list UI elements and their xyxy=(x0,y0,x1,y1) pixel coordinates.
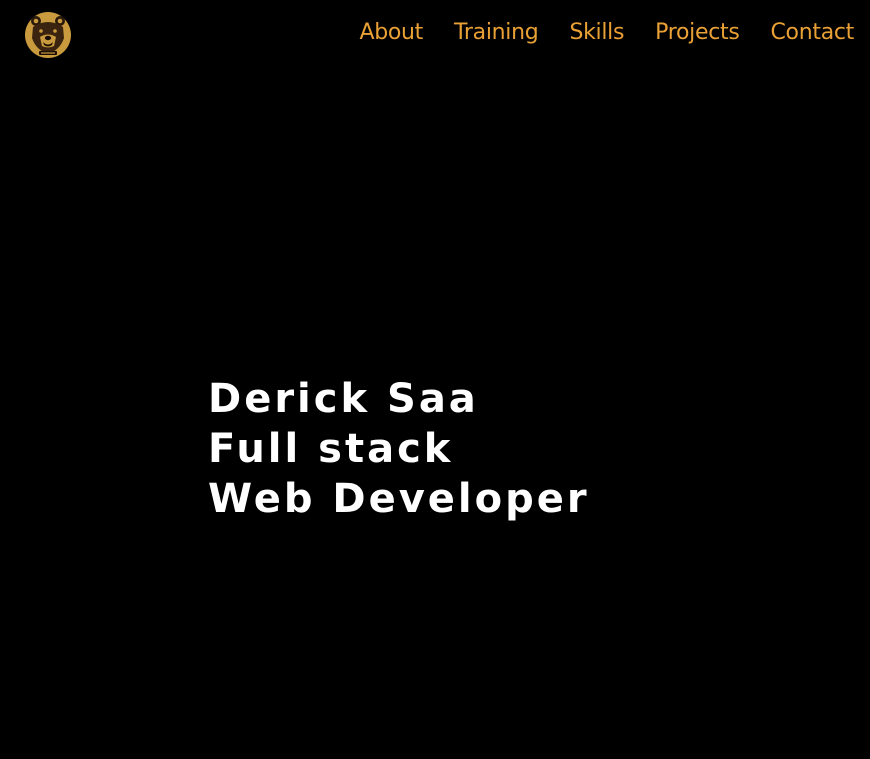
nav-link-about[interactable]: About xyxy=(359,18,423,48)
nav-link-projects[interactable]: Projects xyxy=(655,18,740,48)
page: About Training Skills Projects Contact D… xyxy=(0,0,870,759)
nav-link-training[interactable]: Training xyxy=(454,18,539,48)
hero-role-line-2: Web Developer xyxy=(208,476,590,522)
nav-link-contact[interactable]: Contact xyxy=(771,18,855,48)
bear-logo-icon[interactable] xyxy=(24,12,72,58)
main-nav: About Training Skills Projects Contact xyxy=(359,18,854,48)
nav-link-skills[interactable]: Skills xyxy=(569,18,624,48)
hero-role-line-1: Full stack xyxy=(208,426,454,472)
hero-name: Derick Saa xyxy=(208,376,479,422)
hero-heading: Derick Saa Full stack Web Developer xyxy=(208,374,590,524)
